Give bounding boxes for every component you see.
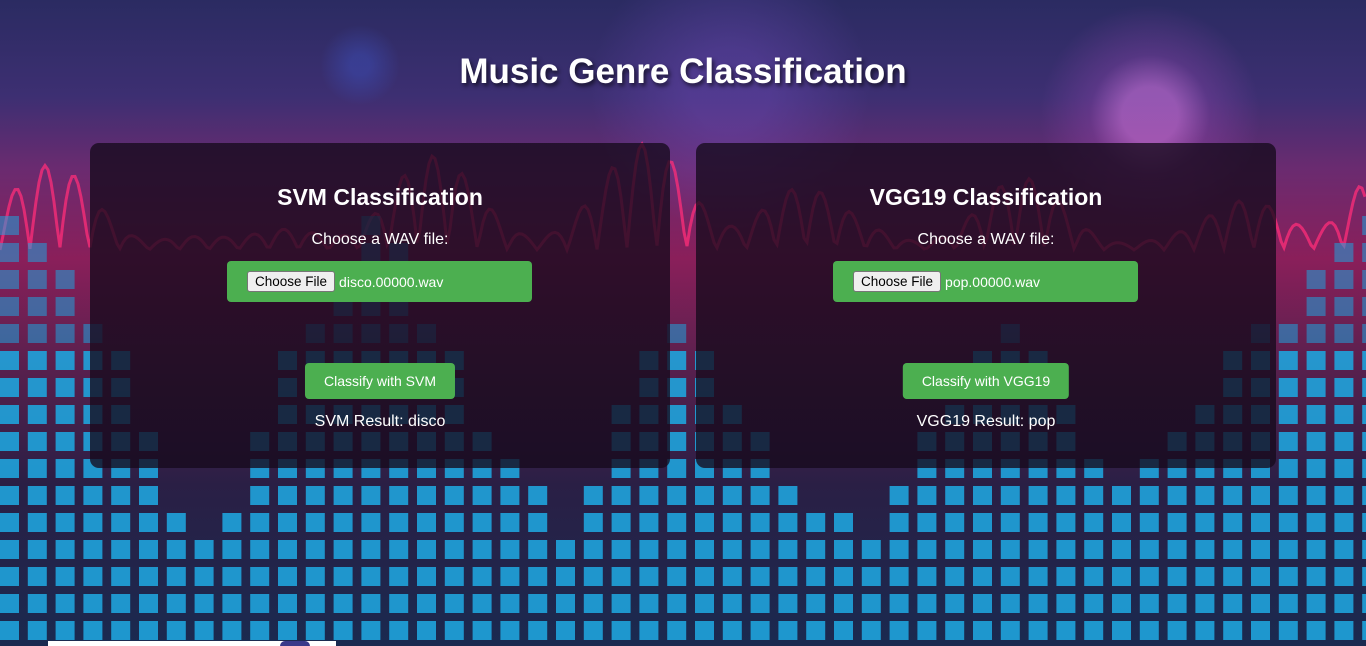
svm-heading: SVM Classification xyxy=(277,184,483,210)
svm-panel: SVM Classification Choose a WAV file: Ch… xyxy=(90,143,670,468)
page-title: Music Genre Classification xyxy=(459,52,907,91)
vgg19-result: VGG19 Result: pop xyxy=(916,413,1056,430)
svm-file-input[interactable]: Choose File disco.00000.wav xyxy=(227,261,532,302)
bottom-image-strip xyxy=(48,641,336,646)
vgg19-choose-label: Choose a WAV file: xyxy=(917,231,1055,248)
classify-vgg19-button[interactable]: Classify with VGG19 xyxy=(902,363,1070,399)
vgg19-file-input[interactable]: Choose File pop.00000.wav xyxy=(833,261,1138,302)
vgg19-panel: VGG19 Classification Choose a WAV file: … xyxy=(696,143,1276,468)
svm-choose-label: Choose a WAV file: xyxy=(311,231,449,248)
svm-result: SVM Result: disco xyxy=(314,413,446,430)
svm-choose-file-button[interactable]: Choose File xyxy=(247,271,336,292)
vgg19-choose-file-button[interactable]: Choose File xyxy=(853,271,942,292)
vgg19-file-name: pop.00000.wav xyxy=(945,273,1041,290)
svm-file-name: disco.00000.wav xyxy=(339,273,444,290)
vgg19-heading: VGG19 Classification xyxy=(869,184,1103,210)
classify-svm-button[interactable]: Classify with SVM xyxy=(304,363,456,399)
